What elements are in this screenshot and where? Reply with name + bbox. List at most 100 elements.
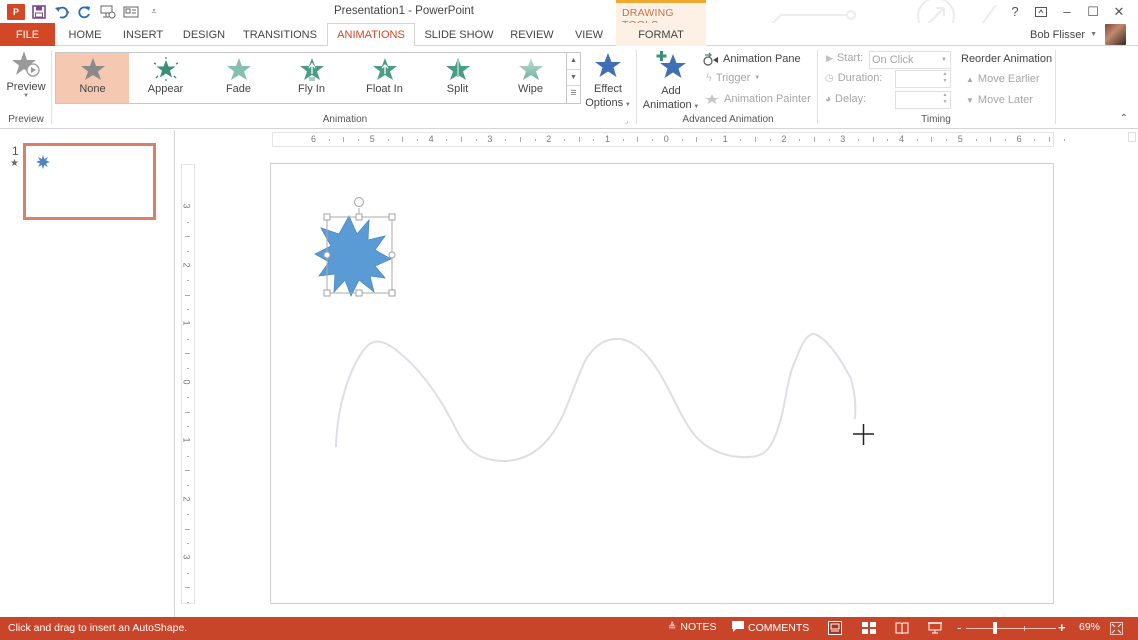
reading-view-button[interactable] [895, 622, 909, 634]
customize-qat-icon[interactable]: ⩡ [144, 3, 164, 20]
comments-button[interactable]: COMMENTS [732, 621, 809, 635]
triangle-down-icon: ▼ [966, 95, 974, 105]
animation-fade[interactable]: Fade [202, 53, 275, 103]
tab-format[interactable]: FORMAT [616, 23, 706, 46]
maximize-button[interactable]: ☐ [1080, 3, 1106, 20]
duration-spinner[interactable]: ▲ ▼ [940, 71, 950, 87]
ruler-tick [187, 397, 189, 399]
move-earlier-button[interactable]: ▲ Move Earlier [966, 73, 1040, 85]
tab-transitions[interactable]: TRANSITIONS [235, 23, 325, 46]
resize-handle[interactable] [388, 289, 396, 297]
animation-label: Appear [147, 83, 184, 95]
delay-input[interactable]: ▲ ▼ [895, 91, 951, 109]
close-button[interactable]: ✕ [1106, 3, 1132, 20]
resize-handle[interactable] [388, 251, 396, 259]
tab-review[interactable]: REVIEW [501, 23, 563, 46]
move-later-button[interactable]: ▼ Move Later [966, 94, 1033, 106]
chevron-down-icon: ▼ [754, 75, 761, 81]
reorder-animation-label: Reorder Animation [961, 53, 1052, 65]
animation-indicator-icon: ★ [10, 158, 19, 169]
animation-label: Fade [225, 83, 252, 95]
rotation-handle[interactable] [354, 197, 364, 207]
scroll-up-button[interactable] [1128, 132, 1136, 142]
powerpoint-logo-icon[interactable]: P [6, 3, 26, 20]
ruler-tick [813, 137, 815, 142]
animation-split[interactable]: Split [421, 53, 494, 103]
ruler-tick [185, 353, 190, 355]
presenter-icon[interactable] [121, 3, 141, 20]
ruler-tick [328, 139, 330, 141]
ribbon-display-options-icon[interactable] [1028, 3, 1054, 20]
animation-float-in[interactable]: Float In [348, 53, 421, 103]
animation-painter-button[interactable]: Animation Painter [704, 93, 811, 105]
zoom-level[interactable]: 69% [1079, 621, 1100, 633]
gallery-more-button[interactable]: ☰ [567, 86, 580, 103]
group-separator [1055, 50, 1056, 124]
duration-input[interactable]: ▲ ▼ [895, 70, 951, 88]
animation-appear[interactable]: Appear [129, 53, 202, 103]
zoom-slider-thumb[interactable] [993, 622, 997, 634]
window-title: Presentation1 - PowerPoint [334, 5, 474, 17]
help-button[interactable]: ? [1002, 3, 1028, 20]
star-wipe-icon [518, 58, 543, 80]
delay-spinner[interactable]: ▲ ▼ [940, 92, 950, 108]
resize-handle[interactable] [355, 289, 363, 297]
comment-icon [732, 621, 744, 635]
normal-view-button[interactable] [828, 621, 842, 635]
chevron-down-icon: ▼ [23, 93, 29, 99]
resize-handle[interactable] [355, 213, 363, 221]
animation-fly-in[interactable]: Fly In [275, 53, 348, 103]
from-beginning-icon[interactable] [98, 3, 118, 20]
animation-pane-button[interactable]: Animation Pane [703, 52, 801, 66]
animation-wipe[interactable]: Wipe [494, 53, 567, 103]
zoom-in-button[interactable]: + [1058, 620, 1066, 635]
resize-handle[interactable] [323, 213, 331, 221]
minimize-button[interactable]: – [1054, 3, 1080, 20]
tab-design[interactable]: DESIGN [173, 23, 235, 46]
tab-view[interactable]: VIEW [563, 23, 615, 46]
redo-icon[interactable] [75, 3, 95, 20]
effect-options-button[interactable]: Effect Options ▼ [584, 52, 632, 112]
chevron-down-icon: ▼ [941, 57, 947, 63]
slide-sorter-button[interactable] [862, 622, 876, 634]
tab-file[interactable]: FILE [0, 23, 55, 46]
gallery-scroll-down-button[interactable]: ▼ [567, 70, 580, 87]
zoom-out-button[interactable]: - [957, 620, 961, 635]
group-label-timing: Timing [921, 114, 951, 125]
collapse-ribbon-button[interactable]: ⌃ [1120, 113, 1128, 124]
add-animation-button[interactable]: Add Animation ▼ [640, 50, 702, 114]
ruler-tick [187, 221, 189, 223]
tab-slide-show[interactable]: SLIDE SHOW [417, 23, 501, 46]
tab-home[interactable]: HOME [57, 23, 113, 46]
fit-slide-button[interactable] [1110, 622, 1123, 635]
ruler-tick [710, 139, 712, 141]
slide-thumbnail[interactable] [23, 143, 156, 220]
resize-handle[interactable] [388, 213, 396, 221]
ruler-tick [1004, 139, 1006, 141]
tab-animations[interactable]: ANIMATIONS [327, 23, 415, 47]
tab-insert[interactable]: INSERT [113, 23, 173, 46]
duration-label: Duration: [837, 72, 883, 84]
ruler-tick-label: 1 [181, 437, 192, 443]
animation-gallery: None Appear Fade Fly In Float In Split W… [55, 52, 581, 104]
start-select[interactable]: On Click ▼ [869, 51, 951, 69]
slide-canvas[interactable] [270, 163, 1054, 604]
ruler-tick [593, 139, 595, 141]
ruler-tick [475, 139, 477, 141]
notes-button[interactable]: ≜ NOTES [668, 621, 717, 633]
zoom-slider[interactable] [966, 628, 1056, 629]
save-icon[interactable] [29, 3, 49, 20]
delay-label: Delay: [835, 93, 867, 105]
resize-handle[interactable] [323, 251, 331, 259]
dialog-launcher-icon[interactable]: ⌟ [625, 117, 628, 125]
user-account[interactable]: Bob Flisser ▼ [1030, 23, 1126, 46]
ruler-tick [187, 572, 189, 574]
trigger-button[interactable]: ϟ Trigger ▼ [706, 72, 760, 84]
ruler-tick [187, 309, 189, 311]
gallery-scroll-up-button[interactable]: ▲ [567, 53, 580, 70]
animation-none[interactable]: None [56, 53, 129, 103]
preview-button[interactable]: Preview ▼ [4, 50, 48, 110]
slide-show-button[interactable] [928, 622, 942, 634]
undo-icon[interactable]: ▾ [52, 3, 72, 20]
resize-handle[interactable] [323, 289, 331, 297]
